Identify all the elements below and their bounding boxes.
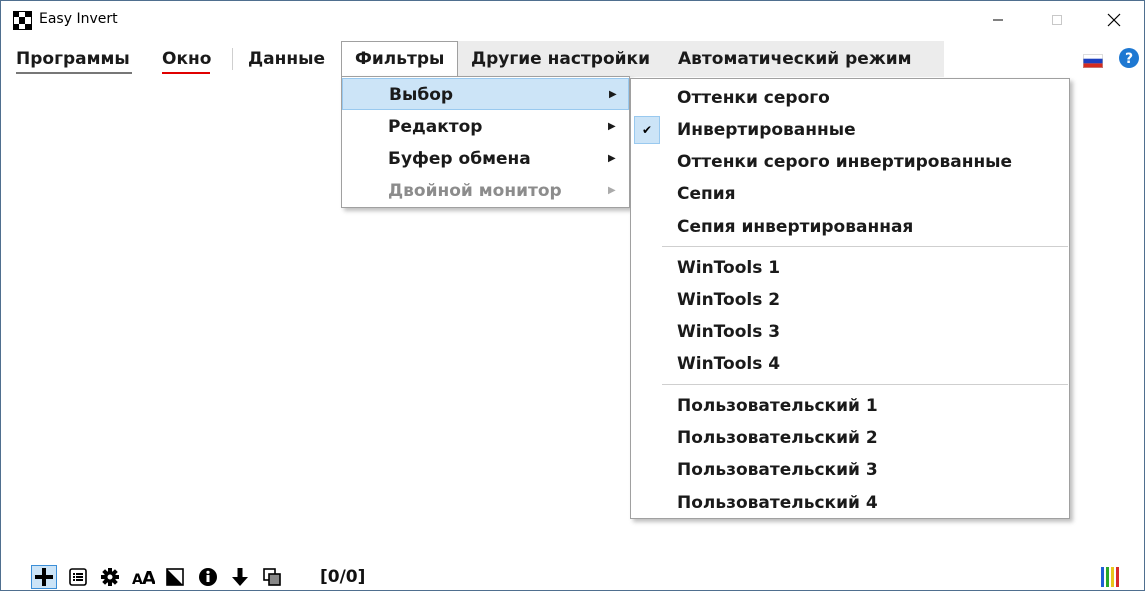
filter-option[interactable]: Инвертированные — [631, 114, 1069, 146]
filter-option-label: WinTools 3 — [677, 322, 781, 342]
filter-option-label: Оттенки серого инвертированные — [677, 152, 1013, 172]
menu-programs[interactable]: Программы — [16, 41, 132, 77]
menu-window-underline — [162, 72, 210, 74]
menu-other-settings-label: Другие настройки — [471, 49, 650, 69]
title-bar: Easy Invert — [1, 1, 1144, 39]
filters-item-editor[interactable]: Редактор ▶ — [342, 111, 629, 143]
filter-option[interactable]: WinTools 1 — [631, 252, 1069, 284]
filters-item-dual-monitor: Двойной монитор ▶ — [342, 175, 629, 207]
app-window: Easy Invert Программы Окно Данные Фильтр… — [0, 0, 1145, 591]
menu-window[interactable]: Окно — [162, 41, 211, 77]
info-icon — [199, 568, 217, 586]
contrast-button[interactable] — [162, 565, 188, 589]
svg-text:?: ? — [1125, 51, 1133, 67]
menu-other-settings[interactable]: Другие настройки — [471, 41, 650, 77]
close-icon — [1107, 13, 1121, 27]
filter-option-label: Пользовательский 3 — [677, 460, 878, 480]
filter-option[interactable]: WinTools 4 — [631, 348, 1069, 380]
add-button[interactable] — [31, 565, 57, 589]
download-button[interactable] — [227, 565, 253, 589]
copy-window-icon — [263, 568, 281, 586]
filters-dropdown: Выбор ▶ Редактор ▶ Буфер обмена ▶ Двойно… — [341, 76, 630, 208]
filter-option-label: Инвертированные — [677, 120, 856, 140]
minimize-button[interactable] — [975, 1, 1021, 39]
menu-data[interactable]: Данные — [248, 41, 325, 77]
help-icon[interactable]: ? — [1118, 47, 1140, 69]
filter-option-label: Пользовательский 1 — [677, 396, 878, 416]
filter-option-label: Оттенки серого — [677, 88, 830, 108]
filter-option[interactable]: Пользовательский 4 — [631, 487, 1069, 519]
filter-option[interactable]: Оттенки серого инвертированные — [631, 146, 1069, 178]
info-button[interactable] — [195, 565, 221, 589]
filter-option[interactable]: Пользовательский 3 — [631, 454, 1069, 486]
filter-option-label: Пользовательский 4 — [677, 493, 878, 513]
menu-divider — [232, 48, 233, 70]
font-size-icon: AA — [132, 568, 155, 587]
copy-window-button[interactable] — [259, 565, 285, 589]
filter-option-label: Пользовательский 2 — [677, 428, 878, 448]
filter-option[interactable]: WinTools 3 — [631, 316, 1069, 348]
items-counter: [0/0] — [320, 567, 366, 587]
settings-button[interactable] — [97, 565, 123, 589]
submenu-arrow-icon: ▶ — [608, 185, 616, 196]
filter-option[interactable]: Сепия — [631, 178, 1069, 210]
filters-item-select-label: Выбор — [389, 85, 454, 105]
filter-option[interactable]: Пользовательский 1 — [631, 390, 1069, 422]
filter-option[interactable]: WinTools 2 — [631, 284, 1069, 316]
svg-text:A: A — [142, 568, 155, 587]
filter-option-label: WinTools 1 — [677, 258, 781, 278]
filters-item-select[interactable]: Выбор ▶ — [342, 78, 629, 110]
menu-programs-label: Программы — [16, 49, 130, 69]
filter-option-label: WinTools 4 — [677, 354, 781, 374]
filters-item-dual-monitor-label: Двойной монитор — [388, 181, 562, 201]
contrast-icon — [166, 568, 184, 586]
filter-option-label: Сепия — [677, 184, 736, 204]
maximize-icon — [1052, 15, 1062, 25]
russian-flag-icon[interactable] — [1083, 54, 1103, 68]
app-logo-icon — [13, 11, 32, 30]
menu-filters[interactable]: Фильтры — [355, 41, 444, 77]
list-icon — [69, 568, 87, 586]
menu-programs-underline — [16, 72, 132, 74]
add-icon — [35, 568, 53, 586]
font-size-button[interactable]: AA — [130, 565, 156, 589]
menu-filters-label: Фильтры — [355, 49, 445, 69]
menu-bar: Программы Окно Данные Фильтры Другие нас… — [1, 41, 1144, 77]
download-icon — [232, 568, 248, 586]
bottom-toolbar: AA [0/0] — [1, 561, 1144, 591]
color-bars-icon[interactable] — [1101, 567, 1123, 587]
window-title: Easy Invert — [39, 11, 118, 27]
menu-separator — [662, 246, 1068, 247]
list-button[interactable] — [65, 565, 91, 589]
filters-item-clipboard-label: Буфер обмена — [388, 149, 531, 169]
filter-option[interactable]: Сепия инвертированная — [631, 211, 1069, 243]
filter-option[interactable]: Пользовательский 2 — [631, 422, 1069, 454]
submenu-arrow-icon: ▶ — [609, 89, 617, 100]
menu-auto-mode[interactable]: Автоматический режим — [678, 41, 912, 77]
submenu-arrow-icon: ▶ — [608, 121, 616, 132]
menu-window-label: Окно — [162, 49, 212, 69]
minimize-icon — [993, 19, 1003, 21]
close-button[interactable] — [1091, 1, 1137, 39]
filters-item-clipboard[interactable]: Буфер обмена ▶ — [342, 143, 629, 175]
maximize-button[interactable] — [1034, 1, 1080, 39]
filter-option[interactable]: Оттенки серого — [631, 82, 1069, 114]
menu-data-label: Данные — [248, 49, 326, 69]
filter-option-label: Сепия инвертированная — [677, 217, 914, 237]
select-submenu: ✔ Оттенки серого Инвертированные Оттенки… — [630, 78, 1070, 519]
filters-item-editor-label: Редактор — [388, 117, 483, 137]
menu-auto-mode-label: Автоматический режим — [678, 49, 912, 69]
filter-option-label: WinTools 2 — [677, 290, 781, 310]
menu-separator — [662, 384, 1068, 385]
gear-icon — [101, 568, 119, 586]
submenu-arrow-icon: ▶ — [608, 153, 616, 164]
